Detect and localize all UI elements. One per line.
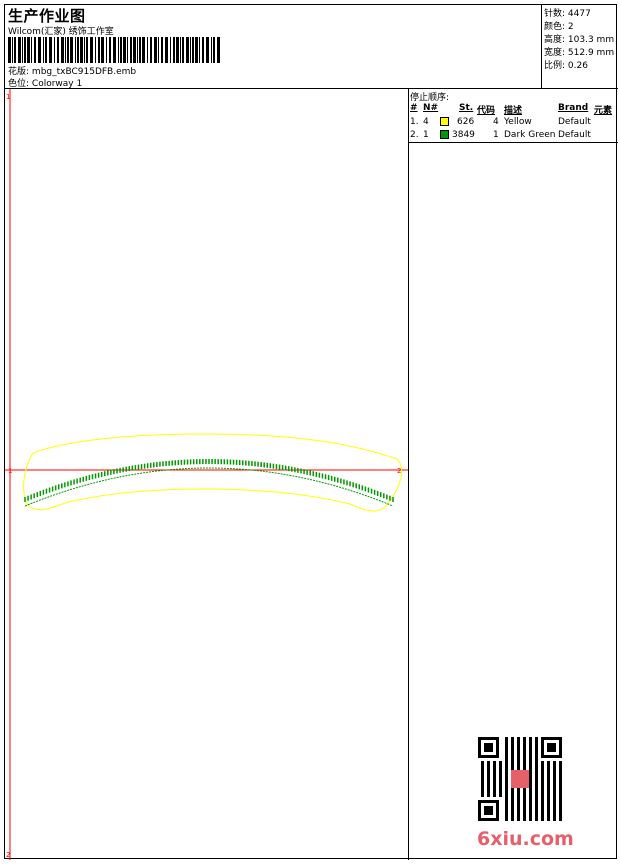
header-panel: 生产作业图 Wilcom(汇家) 绣饰工作室 花版: mbg_txBC915DF… [5,5,542,89]
col-header-description: 描述 [504,106,523,116]
production-worksheet: 生产作业图 Wilcom(汇家) 绣饰工作室 花版: mbg_txBC915DF… [4,4,618,860]
page-title: 生产作业图 [8,7,86,25]
col-header-code: 代码 [477,106,496,116]
stat-width: 宽度: 512.9 mm [544,48,615,58]
stat-stitches: 针数: 4477 [544,9,591,19]
left-mark: 1 [8,467,12,475]
bottom-mark: 2 [6,851,10,859]
color-swatch-green [440,130,449,139]
color-sequence-panel: 停止顺序: # N# St. 代码 描述 Brand 元素 1. 4 626 4… [409,89,618,143]
yellow-outline-shape [23,433,403,512]
company-name: Wilcom(汇家) 绣饰工作室 [8,27,114,37]
barcode-icon [8,37,220,63]
embroidery-preview: 1 2 1 2 [5,89,408,860]
watermark-text: 6xiu.com [477,828,574,850]
right-mark: 2 [397,467,401,475]
stat-scale: 比例: 0.26 [544,61,588,71]
stat-colors: 颜色: 2 [544,22,574,32]
color-swatch-yellow [440,117,449,126]
col-header-brand: Brand [558,103,589,113]
colorway-row: 色位: Colorway 1 [8,76,82,89]
stat-height: 高度: 103.3 mm [544,35,615,45]
col-header-needle: N# [423,103,439,113]
colorway-value: Colorway 1 [31,79,83,89]
vertical-divider [408,89,409,860]
col-header-stitches: St. [459,103,474,113]
green-stitch-band [24,459,394,507]
col-header-index: # [410,103,418,113]
qr-code-icon [478,737,562,821]
colorway-label: 色位: [8,79,30,89]
stats-panel: 针数: 4477 颜色: 2 高度: 103.3 mm 宽度: 512.9 mm… [542,5,618,89]
top-mark: 1 [6,93,10,101]
color-sequence-title: 停止顺序: [410,93,450,103]
design-canvas: 1 2 1 2 [5,89,408,860]
col-header-element: 元素 [594,106,613,116]
